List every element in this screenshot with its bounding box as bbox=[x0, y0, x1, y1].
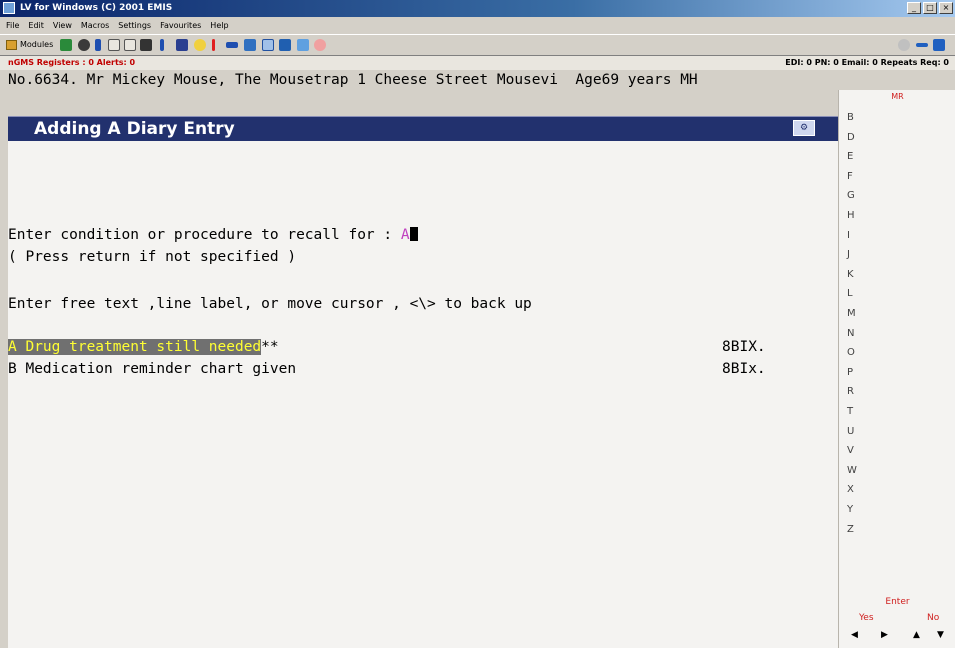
sidebar-letter[interactable]: H bbox=[847, 210, 855, 222]
left-arrow-icon[interactable]: ◀ bbox=[851, 630, 858, 640]
screen-title: Adding A Diary Entry bbox=[34, 119, 235, 139]
option-line-a[interactable]: A Drug treatment still needed** bbox=[8, 337, 279, 357]
monitor-icon[interactable] bbox=[279, 39, 291, 51]
pen-icon[interactable] bbox=[160, 39, 164, 51]
alert-icon[interactable] bbox=[212, 39, 215, 51]
enter-label[interactable]: Enter bbox=[839, 597, 955, 607]
right-arrow-icon[interactable]: ▶ bbox=[881, 630, 888, 640]
option-text-b: B Medication reminder chart given bbox=[8, 361, 297, 377]
mail-icon[interactable] bbox=[297, 39, 309, 51]
card-icon[interactable] bbox=[226, 42, 238, 48]
sidebar-letter[interactable]: T bbox=[847, 406, 853, 418]
instructions-text: Enter free text ,line label, or move cur… bbox=[8, 296, 532, 312]
document-icon[interactable] bbox=[124, 39, 136, 51]
registers-alerts-status: nGMS Registers : 0 Alerts: 0 bbox=[8, 58, 136, 67]
sidebar-letter[interactable]: U bbox=[847, 426, 854, 438]
flask-icon[interactable] bbox=[176, 39, 188, 51]
sidebar-letter[interactable]: M bbox=[847, 308, 856, 320]
menu-help[interactable]: Help bbox=[210, 17, 228, 34]
menu-macros[interactable]: Macros bbox=[81, 17, 109, 34]
terminal-area: Enter condition or procedure to recall f… bbox=[8, 141, 838, 648]
menu-file[interactable]: File bbox=[6, 17, 19, 34]
screen-header: Adding A Diary Entry ⚙ bbox=[8, 116, 838, 141]
back-arrow-icon[interactable] bbox=[916, 43, 928, 47]
menu-settings[interactable]: Settings bbox=[118, 17, 151, 34]
sidebar-letter[interactable]: B bbox=[847, 112, 854, 124]
option-code-b: 8BIx. bbox=[722, 361, 766, 377]
recall-hint: ( Press return if not specified ) bbox=[8, 249, 297, 265]
down-arrow-icon[interactable]: ▼ bbox=[937, 630, 944, 640]
sidebar-header: MR bbox=[891, 92, 904, 101]
edi-email-repeats-status: EDI: 0 PN: 0 Email: 0 Repeats Req: 0 bbox=[785, 58, 949, 67]
window-controls: _ □ × bbox=[907, 2, 953, 14]
option-line-b[interactable]: B Medication reminder chart given bbox=[8, 359, 296, 379]
modules-button[interactable]: Modules bbox=[6, 38, 53, 52]
title-bar: LV for Windows (C) 2001 EMIS _ □ × bbox=[0, 0, 955, 17]
sidebar-letter[interactable]: Z bbox=[847, 524, 854, 536]
sidebar-letter[interactable]: Y bbox=[847, 504, 853, 516]
help-circle-icon[interactable] bbox=[898, 39, 910, 51]
menu-edit[interactable]: Edit bbox=[28, 17, 44, 34]
save-icon[interactable] bbox=[933, 39, 945, 51]
up-arrow-icon[interactable]: ▲ bbox=[913, 630, 920, 640]
sidebar-letter[interactable]: O bbox=[847, 347, 855, 359]
text-cursor bbox=[409, 227, 418, 241]
yes-button[interactable]: Yes bbox=[859, 613, 874, 623]
maximize-button[interactable]: □ bbox=[923, 2, 937, 14]
star-icon[interactable] bbox=[194, 39, 206, 51]
sidebar-letter[interactable]: R bbox=[847, 386, 854, 398]
chart-icon[interactable] bbox=[244, 39, 256, 51]
letter-sidebar: MR BDEFGHIJKLMNOPRTUVWXYZ Enter Yes No ◀… bbox=[838, 90, 955, 648]
sidebar-letter[interactable]: J bbox=[847, 249, 850, 261]
patient-banner: No.6634. Mr Mickey Mouse, The Mousetrap … bbox=[8, 72, 698, 88]
sidebar-letter[interactable]: W bbox=[847, 465, 857, 477]
status-strip: nGMS Registers : 0 Alerts: 0 EDI: 0 PN: … bbox=[0, 56, 955, 70]
recall-prompt: Enter condition or procedure to recall f… bbox=[8, 225, 418, 245]
screen-options-icon[interactable]: ⚙ bbox=[793, 120, 815, 136]
sidebar-letter[interactable]: L bbox=[847, 288, 853, 300]
copy-icon[interactable] bbox=[108, 39, 120, 51]
app-icon bbox=[3, 2, 15, 14]
family-icon[interactable] bbox=[78, 39, 90, 51]
sidebar-letter[interactable]: F bbox=[847, 171, 853, 183]
sidebar-letter[interactable]: K bbox=[847, 269, 854, 281]
sidebar-letter[interactable]: I bbox=[847, 230, 850, 242]
modules-icon bbox=[6, 40, 17, 50]
window-title: LV for Windows (C) 2001 EMIS bbox=[20, 3, 173, 13]
option-text-a: A Drug treatment still needed bbox=[8, 339, 262, 355]
menu-favourites[interactable]: Favourites bbox=[160, 17, 201, 34]
close-button[interactable]: × bbox=[939, 2, 953, 14]
emis-window: LV for Windows (C) 2001 EMIS _ □ × File … bbox=[0, 0, 955, 648]
no-button[interactable]: No bbox=[927, 613, 939, 623]
sidebar-letter[interactable]: G bbox=[847, 190, 855, 202]
sidebar-letter[interactable]: D bbox=[847, 132, 855, 144]
recall-prompt-label: Enter condition or procedure to recall f… bbox=[8, 227, 401, 243]
menu-bar: File Edit View Macros Settings Favourite… bbox=[0, 17, 955, 34]
sidebar-letter[interactable]: V bbox=[847, 445, 854, 457]
toolbar: Modules bbox=[0, 34, 955, 56]
sidebar-letter[interactable]: N bbox=[847, 328, 854, 340]
sidebar-letter[interactable]: E bbox=[847, 151, 853, 163]
option-code-a: 8BIX. bbox=[722, 339, 766, 355]
menu-view[interactable]: View bbox=[53, 17, 72, 34]
minimize-button[interactable]: _ bbox=[907, 2, 921, 14]
modules-label: Modules bbox=[20, 40, 54, 49]
pill-icon[interactable] bbox=[314, 39, 326, 51]
recall-input-value[interactable]: A bbox=[401, 227, 410, 243]
people-icon[interactable] bbox=[60, 39, 72, 51]
printer-icon[interactable] bbox=[140, 39, 152, 51]
sidebar-letter[interactable]: X bbox=[847, 484, 854, 496]
option-suffix-a: ** bbox=[261, 339, 279, 355]
book-icon[interactable] bbox=[95, 39, 101, 51]
sidebar-letter[interactable]: P bbox=[847, 367, 853, 379]
window-icon[interactable] bbox=[262, 39, 274, 51]
